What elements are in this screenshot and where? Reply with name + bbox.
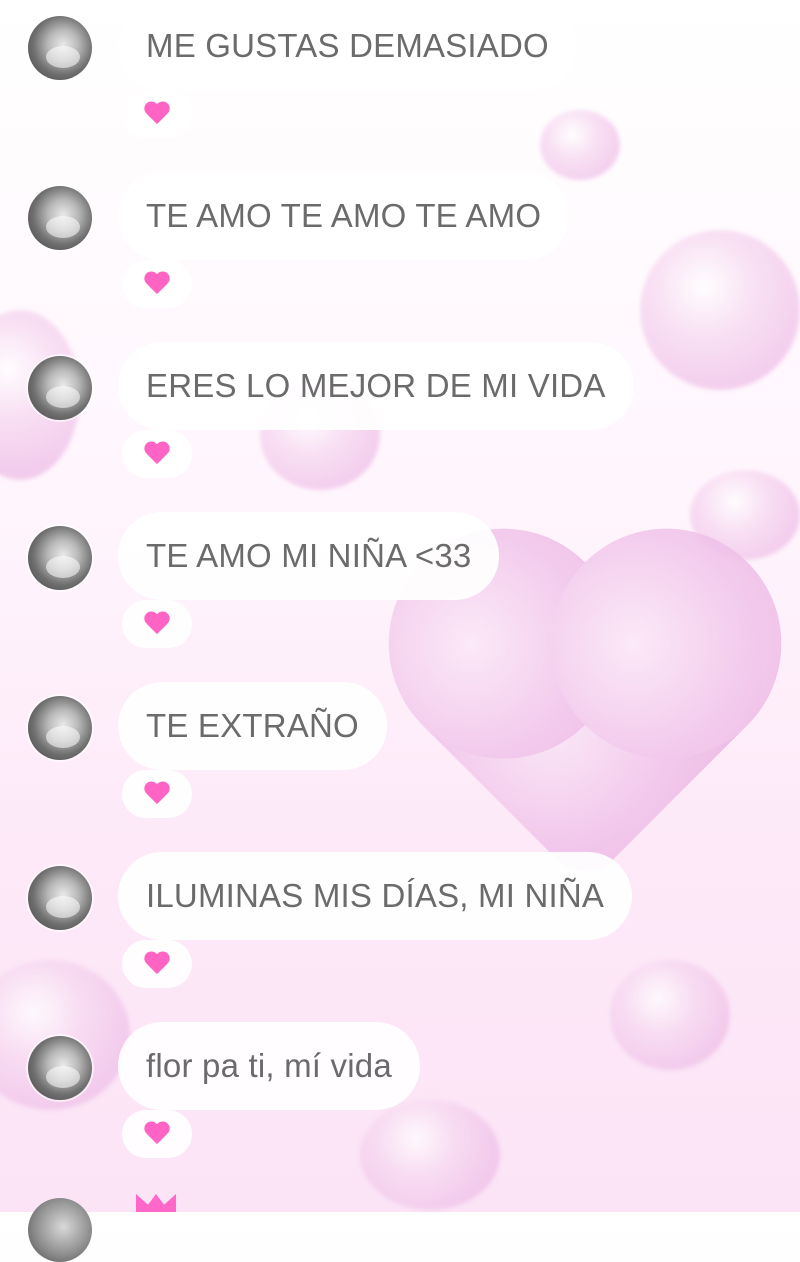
heart-icon xyxy=(144,952,170,976)
heart-icon xyxy=(136,1194,176,1212)
heart-icon xyxy=(144,272,170,296)
sender-avatar[interactable] xyxy=(28,696,92,760)
background-heart-decoration xyxy=(640,230,800,390)
message-bubble[interactable]: TE AMO MI NIÑA <33 xyxy=(118,512,500,600)
heart-icon xyxy=(144,442,170,466)
sender-avatar[interactable] xyxy=(28,16,92,80)
reaction-badge[interactable] xyxy=(122,260,192,308)
message-bubble[interactable]: ERES LO MEJOR DE MI VIDA xyxy=(118,342,634,430)
sender-avatar-partial[interactable] xyxy=(28,1198,92,1262)
message-bubble[interactable]: TE AMO TE AMO TE AMO xyxy=(118,172,570,260)
heart-icon xyxy=(144,1122,170,1146)
sender-avatar[interactable] xyxy=(28,186,92,250)
sender-avatar[interactable] xyxy=(28,356,92,420)
message-bubble[interactable]: flor pa ti, mí vida xyxy=(118,1022,420,1110)
message-bubble[interactable]: TE EXTRAÑO xyxy=(118,682,387,770)
message-bubble[interactable]: ILUMINAS MIS DÍAS, MI NIÑA xyxy=(118,852,633,940)
reaction-badge[interactable] xyxy=(122,90,192,138)
sender-avatar[interactable] xyxy=(28,526,92,590)
reaction-badge[interactable] xyxy=(122,600,192,648)
heart-icon xyxy=(144,782,170,806)
background-heart-decoration xyxy=(610,960,730,1070)
background-heart-decoration xyxy=(540,110,620,180)
message-bubble[interactable]: ME GUSTAS DEMASIADO xyxy=(118,2,577,90)
sender-avatar[interactable] xyxy=(28,866,92,930)
sender-avatar[interactable] xyxy=(28,1036,92,1100)
heart-icon xyxy=(144,102,170,126)
background-heart-decoration xyxy=(360,1100,500,1210)
reaction-badge[interactable] xyxy=(122,430,192,478)
reaction-badge[interactable] xyxy=(122,770,192,818)
reaction-badge[interactable] xyxy=(122,1110,192,1158)
reaction-badge[interactable] xyxy=(122,940,192,988)
heart-icon xyxy=(144,612,170,636)
background-big-heart-decoration xyxy=(422,562,748,888)
